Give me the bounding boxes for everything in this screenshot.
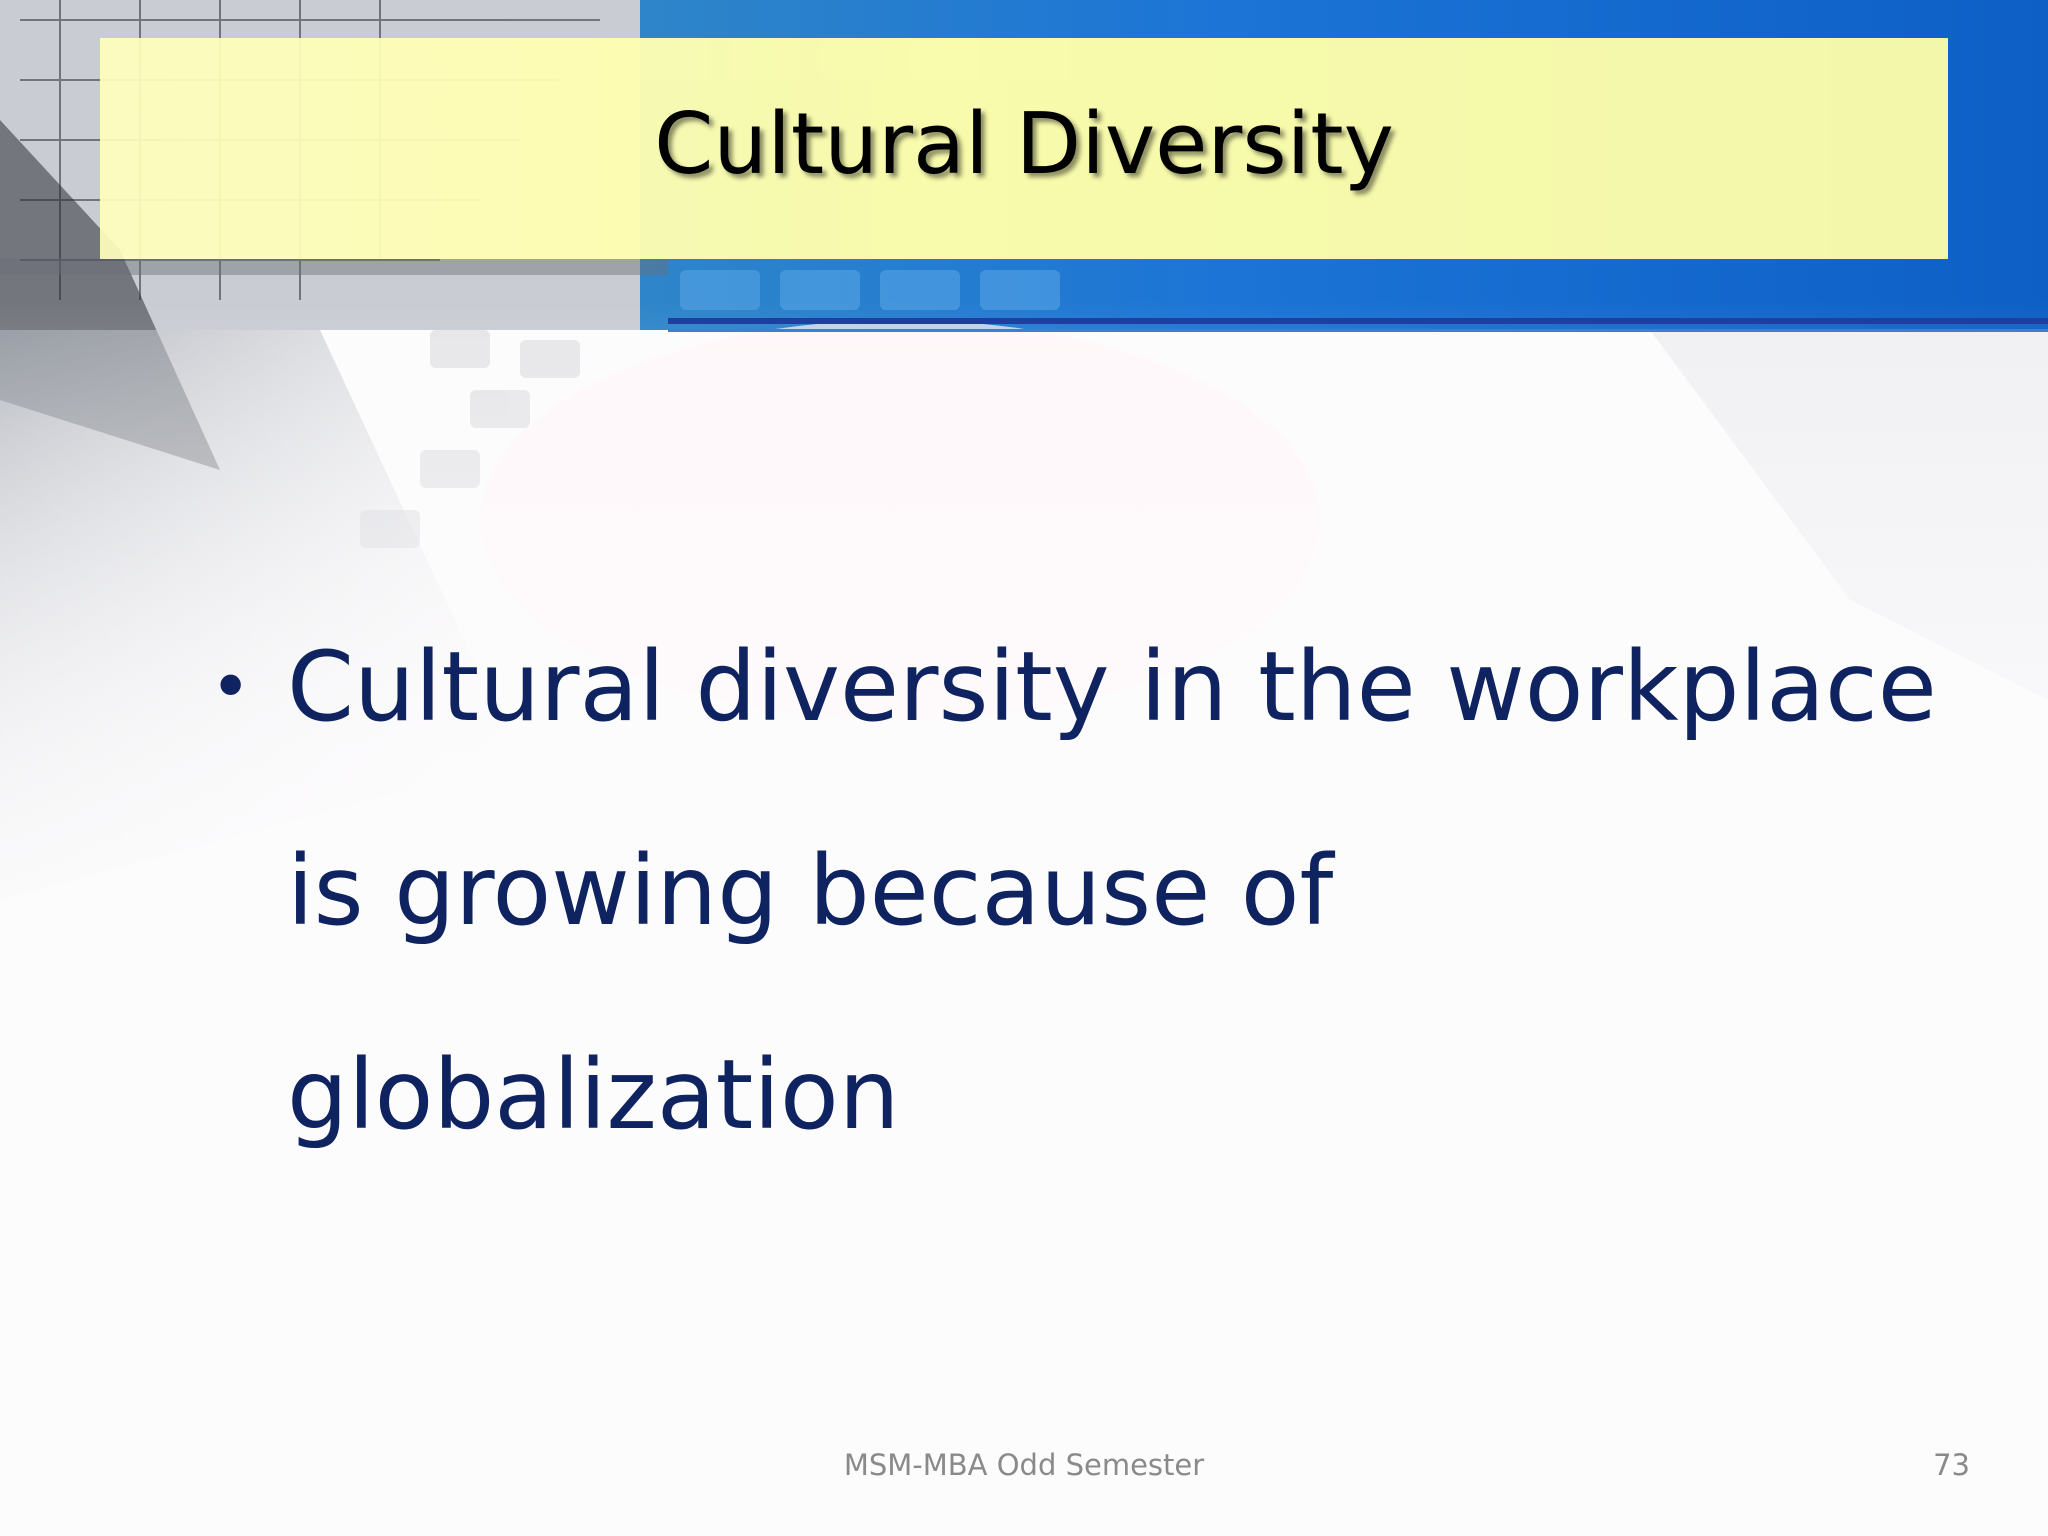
slide-footer: MSM-MBA Odd Semester — [843, 1448, 1205, 1482]
slide-number: 73 — [1933, 1448, 1970, 1482]
bullet-text: Cultural diversity in the workplace is g… — [287, 631, 1937, 1151]
accent-rule-thin — [668, 329, 2048, 332]
bullet-list: • Cultural diversity in the workplace is… — [205, 585, 1965, 1197]
title-banner: Cultural Diversity — [100, 38, 1948, 259]
bullet-item: • Cultural diversity in the workplace is… — [205, 585, 1965, 1197]
accent-rule-thick — [668, 318, 2048, 324]
slide-title: Cultural Diversity — [654, 95, 1394, 194]
bullet-marker: • — [210, 646, 252, 728]
